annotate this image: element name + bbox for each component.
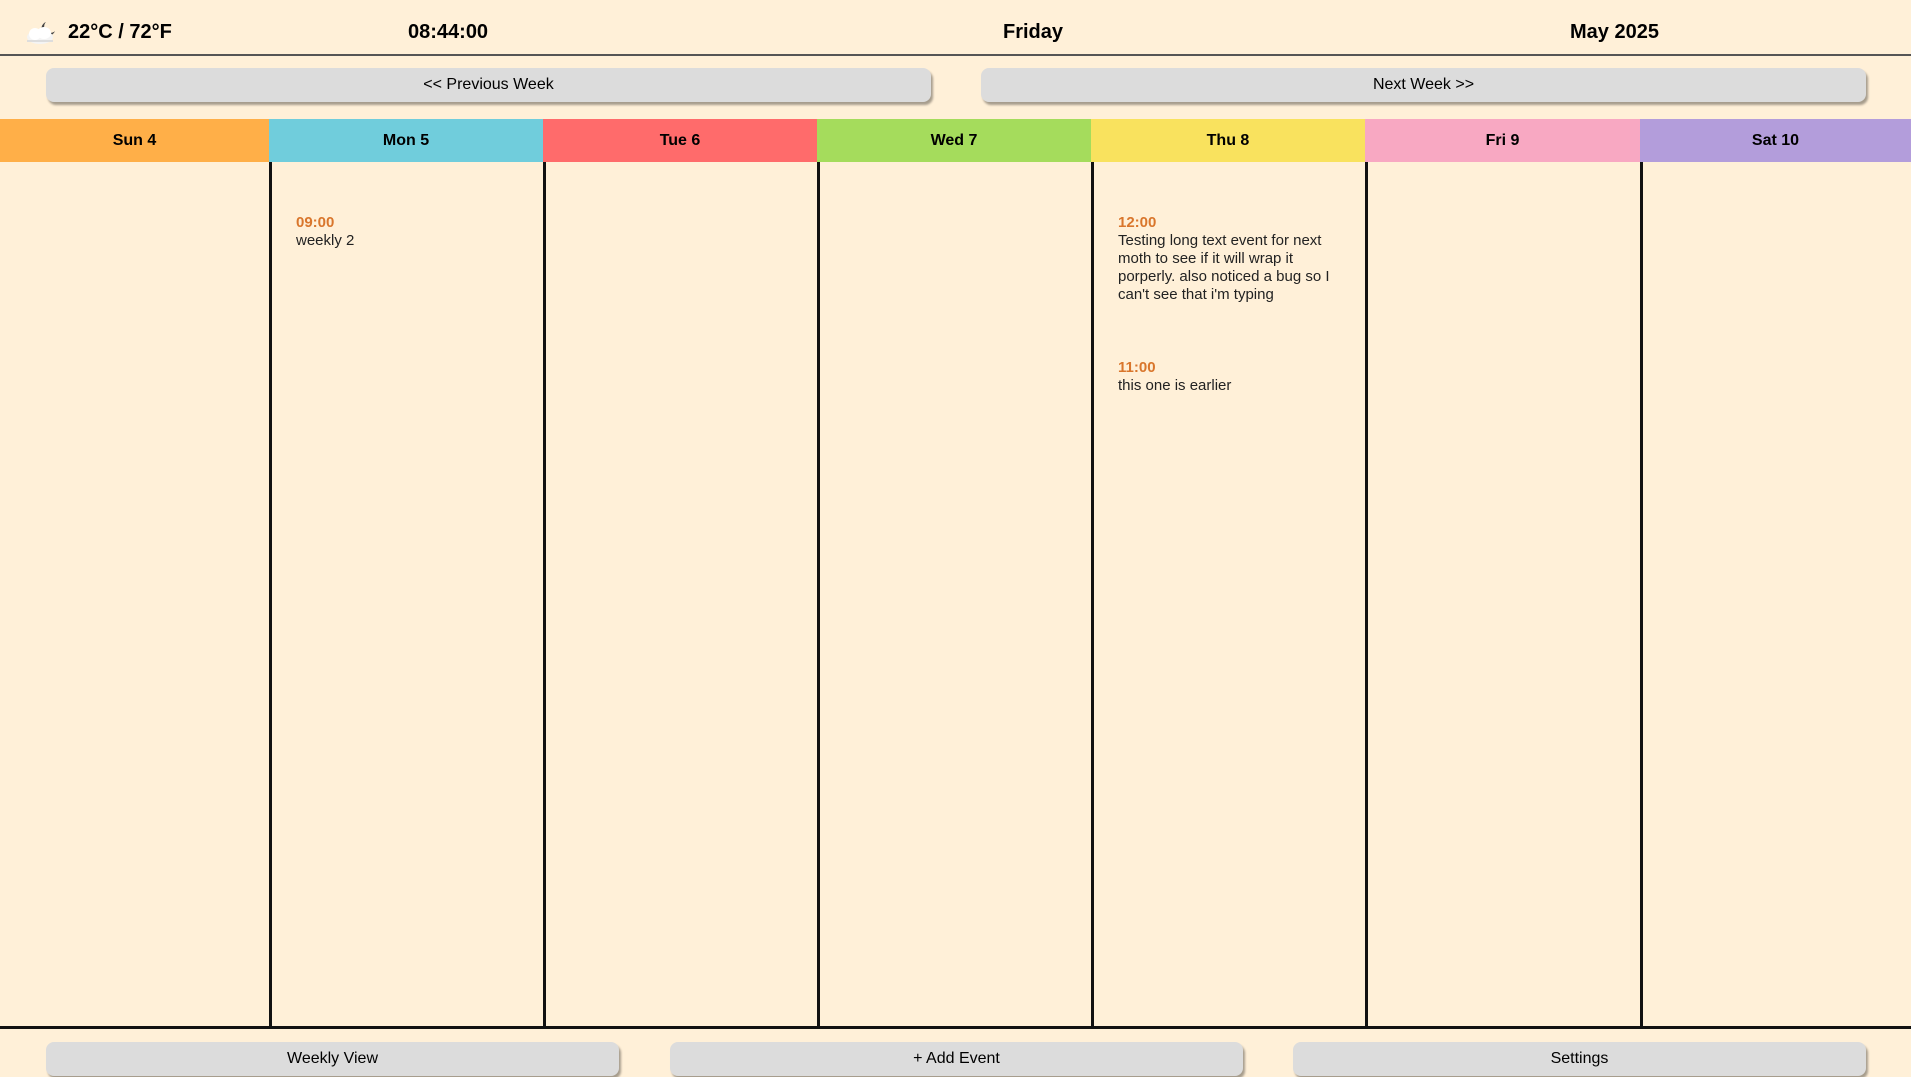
day-header: Tue 6: [543, 119, 817, 162]
day-body[interactable]: [817, 162, 1091, 1027]
previous-week-button[interactable]: << Previous Week: [46, 68, 931, 102]
day-column[interactable]: Wed 7: [817, 119, 1091, 1027]
day-header: Sat 10: [1640, 119, 1911, 162]
day-body[interactable]: [543, 162, 817, 1027]
day-body[interactable]: 12:00 Testing long text event for next mo…: [1091, 162, 1365, 1027]
settings-button[interactable]: Settings: [1293, 1042, 1866, 1076]
week-bottom-divider: [0, 1026, 1911, 1029]
temperature-text: 22°C / 72°F: [68, 20, 172, 43]
day-column[interactable]: Thu 8 12:00 Testing long text event for ne…: [1091, 119, 1365, 1027]
weekly-view-button[interactable]: Weekly View: [46, 1042, 619, 1076]
event-title: Testing long text event for next moth to…: [1118, 232, 1330, 303]
day-column[interactable]: Sun 4: [0, 119, 269, 1027]
event-title: weekly 2: [296, 232, 355, 249]
event-item[interactable]: 09:00 weekly 2: [296, 214, 514, 250]
day-body[interactable]: [1365, 162, 1640, 1027]
next-week-button[interactable]: Next Week >>: [981, 68, 1866, 102]
partly-cloudy-night-icon: [24, 19, 64, 45]
clock: 08:44:00: [408, 21, 489, 43]
event-time: 09:00: [296, 214, 335, 231]
event-item[interactable]: 11:00 this one is earlier: [1118, 359, 1336, 395]
event-time: 12:00: [1118, 214, 1157, 231]
day-column[interactable]: Mon 5 09:00 weekly 2: [269, 119, 543, 1027]
day-column[interactable]: Fri 9: [1365, 119, 1640, 1027]
event-title: this one is earlier: [1118, 377, 1232, 394]
add-event-button[interactable]: + Add Event: [670, 1042, 1243, 1076]
day-column[interactable]: Sat 10: [1640, 119, 1911, 1027]
day-header: Wed 7: [817, 119, 1091, 162]
day-header: Sun 4: [0, 119, 269, 162]
day-body[interactable]: 09:00 weekly 2: [269, 162, 543, 1027]
current-month: May 2025: [1570, 21, 1659, 43]
event-item[interactable]: 12:00 Testing long text event for next mo…: [1118, 214, 1336, 304]
current-day: Friday: [1003, 21, 1064, 43]
day-header: Fri 9: [1365, 119, 1640, 162]
event-time: 11:00: [1118, 359, 1156, 376]
weather-display: 22°C / 72°F: [24, 19, 172, 45]
day-header: Thu 8: [1091, 119, 1365, 162]
week-grid: Sun 4 Mon 5 09:00 weekly 2 Tue 6 Wed 7 Thu 8 12…: [0, 119, 1911, 1027]
day-body[interactable]: [0, 162, 269, 1027]
top-bar: 22°C / 72°F 08:44:00 Friday May 2025: [0, 0, 1911, 56]
day-header: Mon 5: [269, 119, 543, 162]
day-body[interactable]: [1640, 162, 1911, 1027]
day-column[interactable]: Tue 6: [543, 119, 817, 1027]
